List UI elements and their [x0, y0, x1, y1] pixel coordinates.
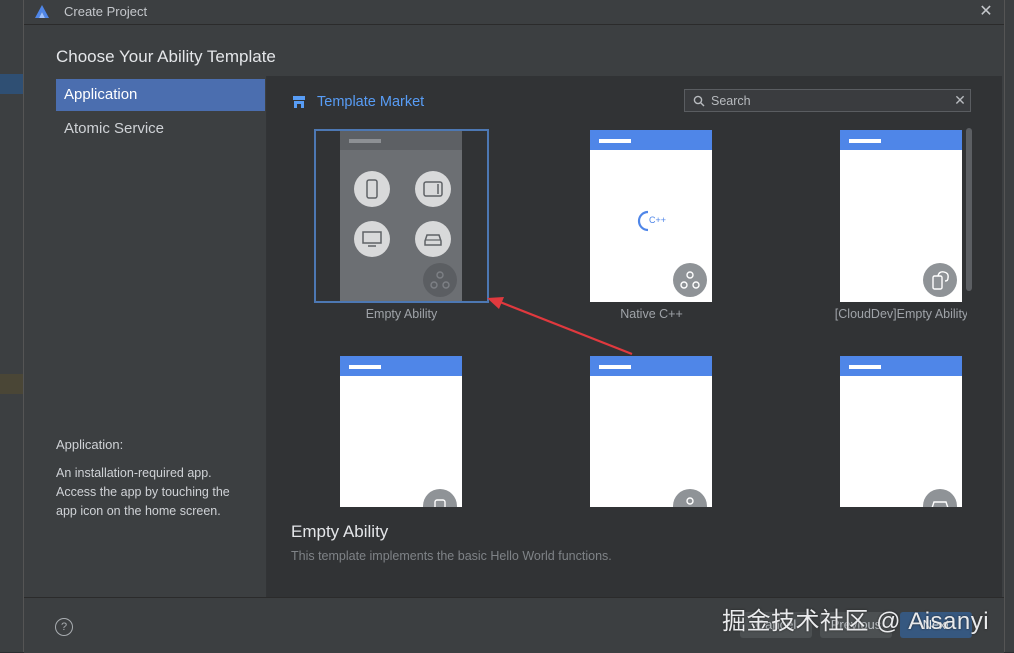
template-market-label: Template Market — [317, 94, 425, 110]
car-badge-icon — [923, 489, 957, 507]
background-highlight — [0, 74, 23, 94]
template-card-6[interactable] — [814, 352, 967, 507]
multi-device-badge-icon — [673, 263, 707, 297]
template-card-native-cpp[interactable]: C++ Native C++ — [564, 126, 739, 321]
template-thumbnail — [340, 356, 462, 507]
sidebar: Application Atomic Service Application: … — [24, 0, 266, 597]
svg-text:C++: C++ — [649, 215, 666, 225]
thumbnail-header — [590, 130, 712, 150]
background-window-left — [0, 0, 23, 652]
template-thumbnail — [840, 356, 962, 507]
description-title: Application: — [56, 437, 124, 452]
template-market-link[interactable]: Template Market — [293, 92, 424, 112]
template-card-4[interactable] — [314, 352, 489, 507]
watch-badge-icon — [423, 489, 457, 507]
template-label: Empty Ability — [365, 307, 438, 321]
template-label: Native C++ — [620, 307, 683, 321]
multi-device-badge-icon — [673, 489, 707, 507]
help-icon[interactable]: ? — [55, 618, 73, 636]
thumbnail-header — [840, 356, 962, 376]
close-icon[interactable]: ✕ — [976, 2, 996, 22]
description-text: An installation-required app. Access the… — [56, 466, 230, 518]
clear-icon[interactable]: ✕ — [950, 92, 970, 109]
selection-frame — [314, 129, 489, 303]
thumbnail-header — [590, 356, 712, 376]
background-highlight — [0, 374, 23, 394]
template-grid: Empty Ability C++ Native C++ [CloudDev]E… — [267, 126, 967, 507]
template-card-clouddev-empty-ability[interactable]: [CloudDev]Empty Ability — [814, 126, 967, 321]
cloud-device-badge-icon — [923, 263, 957, 297]
template-thumbnail — [590, 356, 712, 507]
create-project-dialog: Create Project ✕ Choose Your Ability Tem… — [23, 0, 1005, 653]
search-box: ✕ — [684, 89, 971, 112]
store-icon — [293, 96, 305, 108]
template-detail-description: This template implements the basic Hello… — [291, 549, 612, 563]
template-card-empty-ability[interactable]: Empty Ability — [314, 126, 489, 321]
thumbnail-header — [340, 356, 462, 376]
cpp-logo-icon: C++ — [637, 210, 666, 232]
search-icon — [693, 95, 705, 106]
thumbnail-header — [840, 130, 962, 150]
template-panel: Template Market ✕ — [267, 76, 1002, 597]
background-window-right — [1004, 0, 1014, 652]
template-thumbnail — [840, 130, 962, 302]
sidebar-item-atomic-service[interactable]: Atomic Service — [56, 113, 265, 145]
watermark: 掘金技术社区 @ Aisanyi — [722, 608, 990, 635]
template-thumbnail: C++ — [590, 130, 712, 302]
template-detail-title: Empty Ability — [291, 522, 389, 541]
search-input[interactable] — [709, 92, 950, 109]
template-label: [CloudDev]Empty Ability — [834, 307, 967, 321]
sidebar-item-application[interactable]: Application — [56, 79, 265, 111]
template-card-5[interactable] — [564, 352, 739, 507]
scrollbar-thumb[interactable] — [966, 128, 972, 291]
